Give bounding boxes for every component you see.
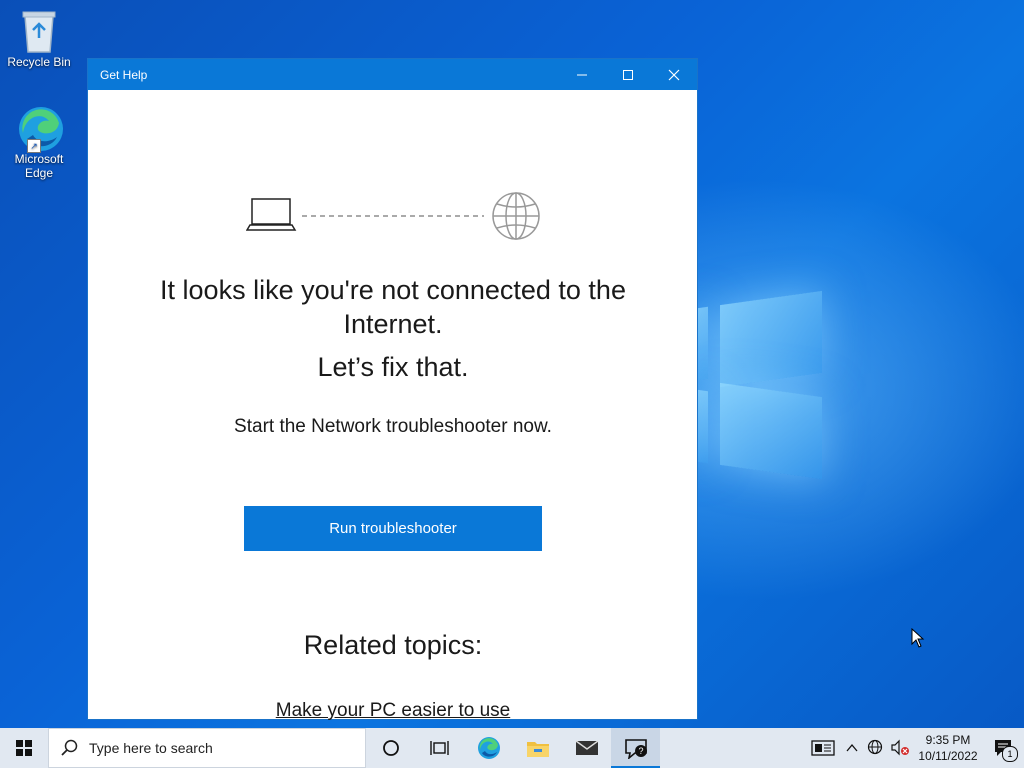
task-view-button[interactable]	[415, 728, 464, 768]
news-icon	[811, 740, 835, 756]
run-troubleshooter-button[interactable]: Run troubleshooter	[244, 506, 542, 551]
taskbar-file-explorer-button[interactable]	[513, 728, 562, 768]
taskbar-get-help-button[interactable]: ?	[611, 728, 660, 768]
recycle-bin-icon	[17, 8, 61, 53]
action-center-button[interactable]: 1	[984, 728, 1024, 768]
desktop-icon-label: Microsoft Edge	[14, 152, 64, 180]
news-widget-button[interactable]	[806, 728, 840, 768]
network-status-button[interactable]	[864, 728, 888, 768]
page-description: Start the Network troubleshooter now.	[234, 416, 552, 437]
network-globe-icon	[867, 739, 883, 755]
chevron-up-icon	[846, 743, 858, 752]
network-disconnected-illustration	[246, 192, 540, 240]
taskbar-mail-button[interactable]	[562, 728, 611, 768]
desktop-icon-label: Recycle Bin	[7, 55, 71, 69]
edge-icon: ↗	[17, 105, 63, 153]
window-content: It looks like you're not connected to th…	[88, 90, 697, 721]
close-icon	[668, 69, 680, 80]
page-headline: It looks like you're not connected to th…	[160, 275, 626, 339]
get-help-icon: ?	[624, 739, 647, 759]
get-help-window: Get Help It looks like you're not connec…	[87, 58, 698, 721]
minimize-icon	[577, 74, 587, 75]
desktop-icon-recycle-bin[interactable]: Recycle Bin	[3, 8, 75, 69]
maximize-icon	[623, 69, 633, 80]
make-pc-easier-link[interactable]: Make your PC easier to use	[276, 700, 510, 721]
folder-icon	[526, 742, 549, 757]
page-subheadline: Let’s fix that.	[317, 352, 469, 382]
taskbar: Type here to search ? 9:35 PM 10/11/2022…	[0, 728, 1024, 768]
svg-text:?: ?	[638, 746, 643, 756]
task-view-icon	[429, 741, 449, 755]
notification-count-badge: 1	[1002, 746, 1018, 762]
taskbar-edge-button[interactable]	[464, 728, 513, 768]
maximize-button[interactable]	[605, 59, 651, 90]
related-topics-heading: Related topics:	[303, 630, 483, 660]
volume-button[interactable]	[888, 728, 912, 768]
globe-icon	[492, 192, 540, 240]
edge-icon	[477, 737, 500, 759]
search-placeholder: Type here to search	[89, 740, 213, 756]
system-tray: 9:35 PM 10/11/2022 1	[806, 728, 1024, 768]
show-hidden-icons-button[interactable]	[840, 728, 864, 768]
window-title: Get Help	[100, 67, 148, 82]
search-icon	[49, 739, 89, 757]
cortana-button[interactable]	[366, 728, 415, 768]
shortcut-arrow-icon: ↗	[27, 139, 41, 153]
clock-date: 10/11/2022	[918, 749, 978, 763]
speaker-muted-icon	[891, 739, 909, 756]
mouse-cursor-icon	[911, 628, 925, 648]
taskbar-search-box[interactable]: Type here to search	[48, 728, 366, 768]
minimize-button[interactable]	[559, 59, 605, 90]
cortana-circle-icon	[382, 740, 399, 756]
related-topic-link-container: Make your PC easier to use	[118, 700, 668, 722]
close-button[interactable]	[651, 59, 697, 90]
windows-desktop-logo	[690, 290, 825, 480]
clock-time: 9:35 PM	[925, 733, 971, 747]
laptop-icon	[246, 198, 297, 231]
taskbar-clock[interactable]: 9:35 PM 10/11/2022	[912, 732, 984, 764]
start-button[interactable]	[0, 728, 48, 768]
windows-start-icon	[16, 740, 32, 756]
window-titlebar[interactable]: Get Help	[88, 59, 697, 90]
mail-icon	[575, 740, 598, 755]
desktop-icon-edge[interactable]: ↗ Microsoft Edge	[3, 105, 75, 180]
